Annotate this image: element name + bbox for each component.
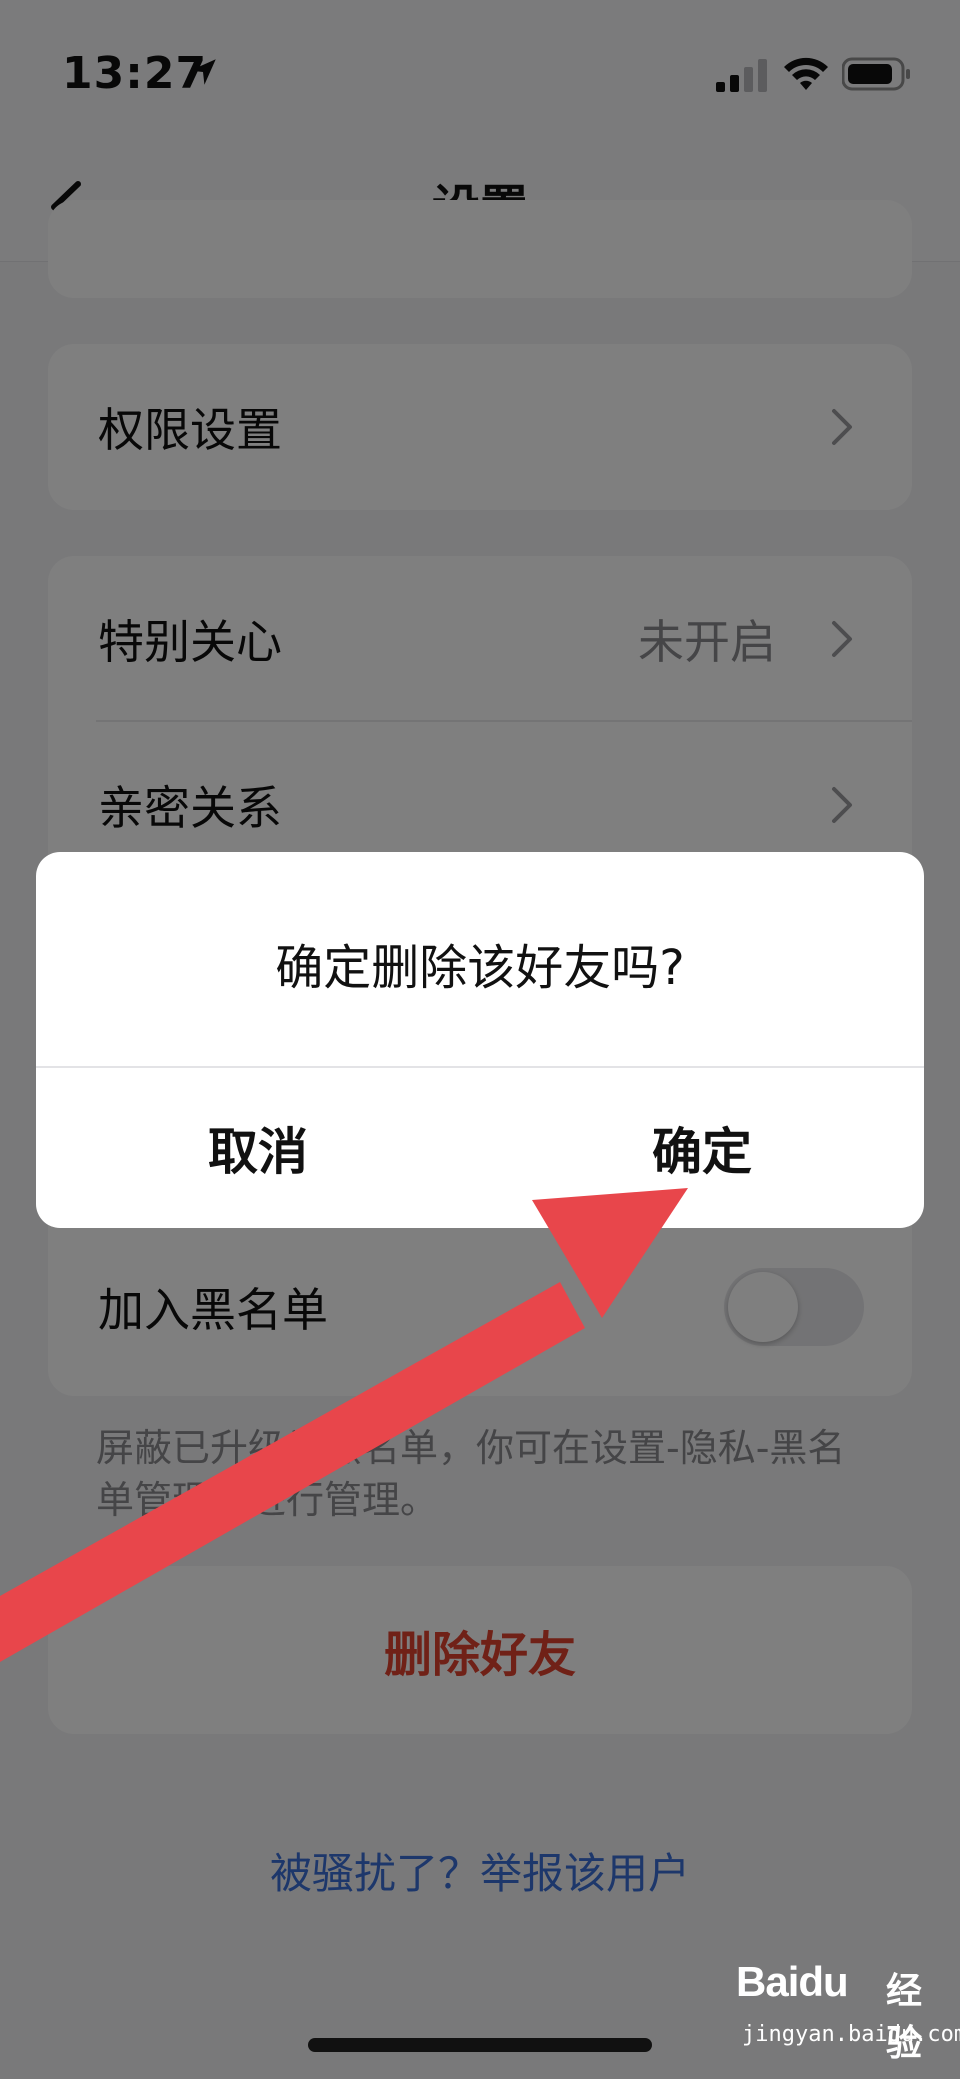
watermark-brand-cn: 经验 (886, 1971, 923, 2064)
watermark-logo: Baidu (736, 1958, 849, 2005)
watermark: Baidu 经验 jingyan.baidu.com (736, 1958, 960, 2068)
confirm-dialog: 确定删除该好友吗? 取消 确定 (36, 852, 924, 1228)
dialog-message: 确定删除该好友吗? (275, 940, 685, 996)
cancel-button[interactable]: 取消 (36, 1068, 480, 1228)
home-indicator (308, 2038, 652, 2052)
confirm-button[interactable]: 确定 (480, 1068, 924, 1228)
watermark-url: jingyan.baidu.com (742, 2022, 960, 2047)
